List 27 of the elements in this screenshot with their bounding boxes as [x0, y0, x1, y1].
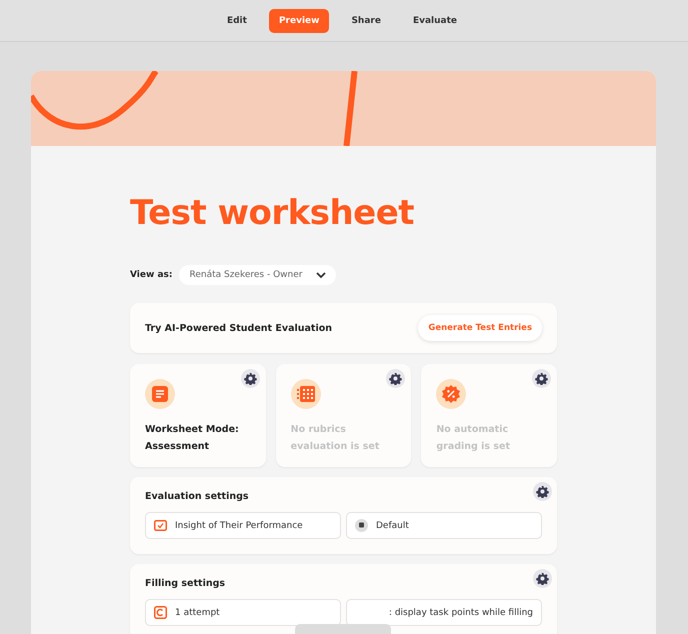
- view-as-label: View as:: [130, 270, 172, 280]
- mode-text: No rubrics evaluation is set: [290, 423, 380, 454]
- mode-text: Worksheet Mode: Assessment: [145, 423, 240, 454]
- view-as-dropdown[interactable]: Renáta Szekeres - Owner: [179, 265, 336, 285]
- settings-icon[interactable]: [386, 369, 406, 388]
- section-title: Evaluation settings: [145, 491, 250, 502]
- setting-text: : display task points while filling: [388, 608, 533, 618]
- settings-icon[interactable]: [533, 482, 552, 501]
- setting-text: 1 attempt: [175, 608, 220, 618]
- grid-icon: [296, 386, 315, 402]
- chevron-down-icon: [316, 272, 326, 278]
- mode-text: No automatic grading is set: [436, 423, 512, 454]
- percent-badge-icon: [442, 385, 460, 403]
- retry-icon: [154, 606, 167, 619]
- setting-text: Insight of Their Performance: [175, 520, 303, 530]
- setting-text: Default: [376, 520, 409, 530]
- section-title: Filling settings: [145, 578, 226, 589]
- nav-tab[interactable]: Evaluate: [402, 8, 468, 32]
- document-icon: [152, 386, 168, 402]
- worksheet-title: Test worksheet: [130, 193, 416, 233]
- settings-icon[interactable]: [240, 369, 260, 388]
- nav-tab[interactable]: Share: [341, 8, 391, 32]
- ai-evaluation-text: Try AI-Powered Student Evaluation: [145, 322, 332, 334]
- checkbox-icon: [154, 520, 167, 531]
- settings-icon[interactable]: [532, 369, 551, 388]
- nav-tab[interactable]: Edit: [216, 8, 257, 32]
- settings-icon[interactable]: [533, 569, 552, 588]
